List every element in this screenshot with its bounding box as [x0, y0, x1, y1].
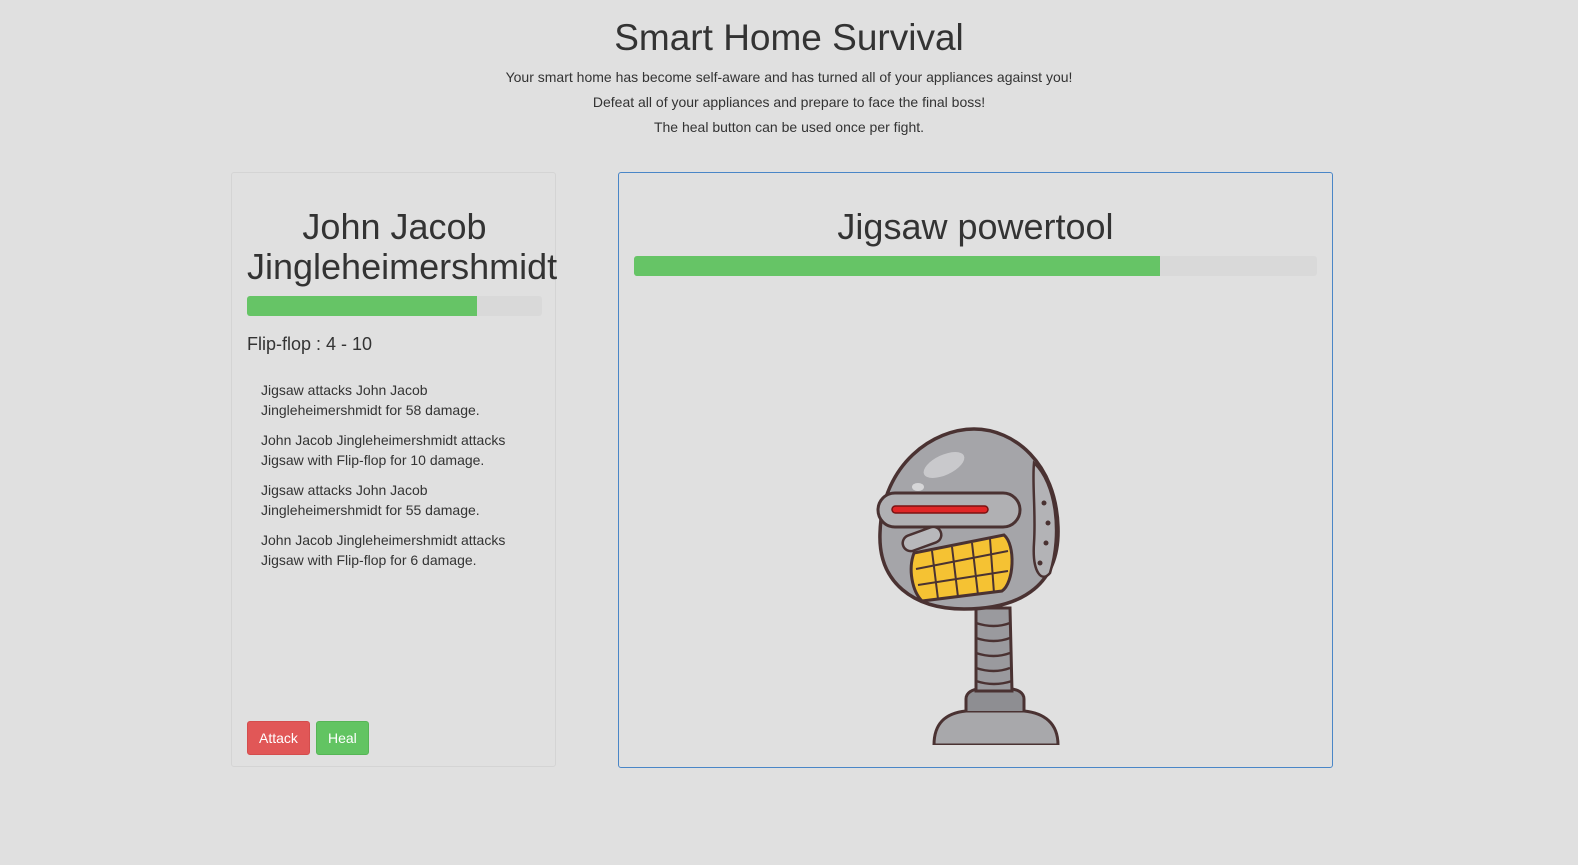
attack-button[interactable]: Attack: [247, 721, 310, 755]
intro-line: Your smart home has become self-aware an…: [505, 69, 1073, 85]
player-health-bar: [247, 296, 542, 316]
player-name: John Jacob Jingleheimershmidt: [247, 206, 558, 287]
player-health-fill: [247, 296, 478, 316]
log-entry: John Jacob Jingleheimershmidt attacks Ji…: [261, 532, 506, 568]
robot-illustration: [876, 427, 1060, 745]
enemy-health-fill: [634, 256, 1160, 276]
battle-log: Jigsaw attacks John Jacob Jingleheimersh…: [261, 380, 531, 580]
enemy-name: Jigsaw powertool: [837, 206, 1114, 247]
page-header: Smart Home Survival Your smart home has …: [0, 0, 1578, 140]
intro-text: Your smart home has become self-aware an…: [0, 65, 1578, 140]
game-title: Smart Home Survival: [614, 17, 964, 58]
weapon-stats: Flip-flop : 4 - 10: [247, 334, 373, 354]
enemy-health-bar: [634, 256, 1317, 276]
log-entry: John Jacob Jingleheimershmidt attacks Ji…: [261, 432, 506, 468]
log-entry: Jigsaw attacks John Jacob Jingleheimersh…: [261, 482, 480, 518]
log-entry: Jigsaw attacks John Jacob Jingleheimersh…: [261, 382, 480, 418]
heal-button[interactable]: Heal: [316, 721, 369, 755]
intro-line: Defeat all of your appliances and prepar…: [592, 94, 986, 110]
intro-line: The heal button can be used once per fig…: [653, 119, 925, 135]
enemy-panel: Jigsaw powertool: [618, 172, 1333, 768]
player-panel: John Jacob Jingleheimershmidt Flip-flop …: [231, 172, 558, 767]
